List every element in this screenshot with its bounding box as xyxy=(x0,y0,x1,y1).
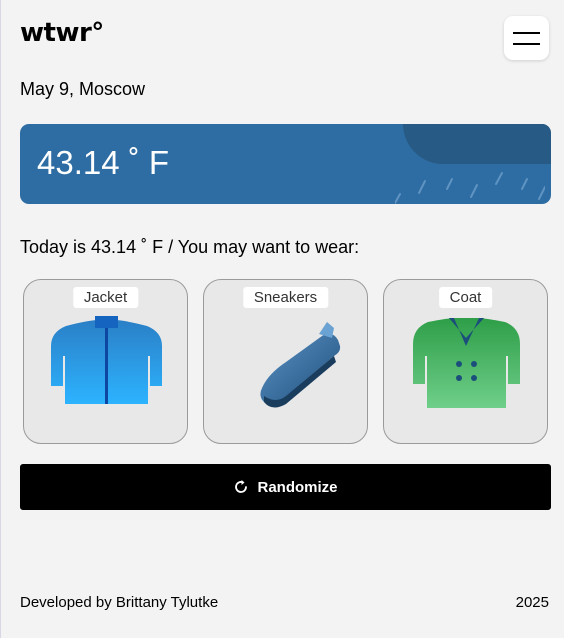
hamburger-icon xyxy=(513,31,540,34)
footer-year: 2025 xyxy=(515,594,549,611)
header: wtwr° xyxy=(20,16,549,60)
item-card-sneakers[interactable]: Sneakers xyxy=(203,279,368,444)
rain-icon xyxy=(395,172,545,204)
sneakers-icon xyxy=(260,322,341,408)
item-card-coat[interactable]: Coat xyxy=(383,279,548,444)
coat-icon xyxy=(413,318,520,408)
logo[interactable]: wtwr° xyxy=(20,18,104,48)
cloud-icon xyxy=(403,124,551,164)
recommendation-text: Today is 43.14 ˚ F / You may want to wea… xyxy=(20,237,360,257)
jacket-icon xyxy=(51,316,162,404)
weather-temperature: 43.14 ˚ F xyxy=(37,144,170,181)
menu-button[interactable] xyxy=(504,16,549,60)
item-label: Coat xyxy=(438,287,493,308)
randomize-label: Randomize xyxy=(257,478,338,496)
footer-credit: Developed by Brittany Tylutke xyxy=(20,594,219,611)
item-card-jacket[interactable]: Jacket xyxy=(23,279,188,444)
item-label: Sneakers xyxy=(242,287,329,308)
weather-card: 43.14 ˚ F xyxy=(20,124,551,204)
randomize-button[interactable]: Randomize xyxy=(20,464,551,510)
refresh-icon xyxy=(235,480,248,493)
date-location: May 9, Moscow xyxy=(20,79,146,99)
item-label: Jacket xyxy=(72,287,139,308)
